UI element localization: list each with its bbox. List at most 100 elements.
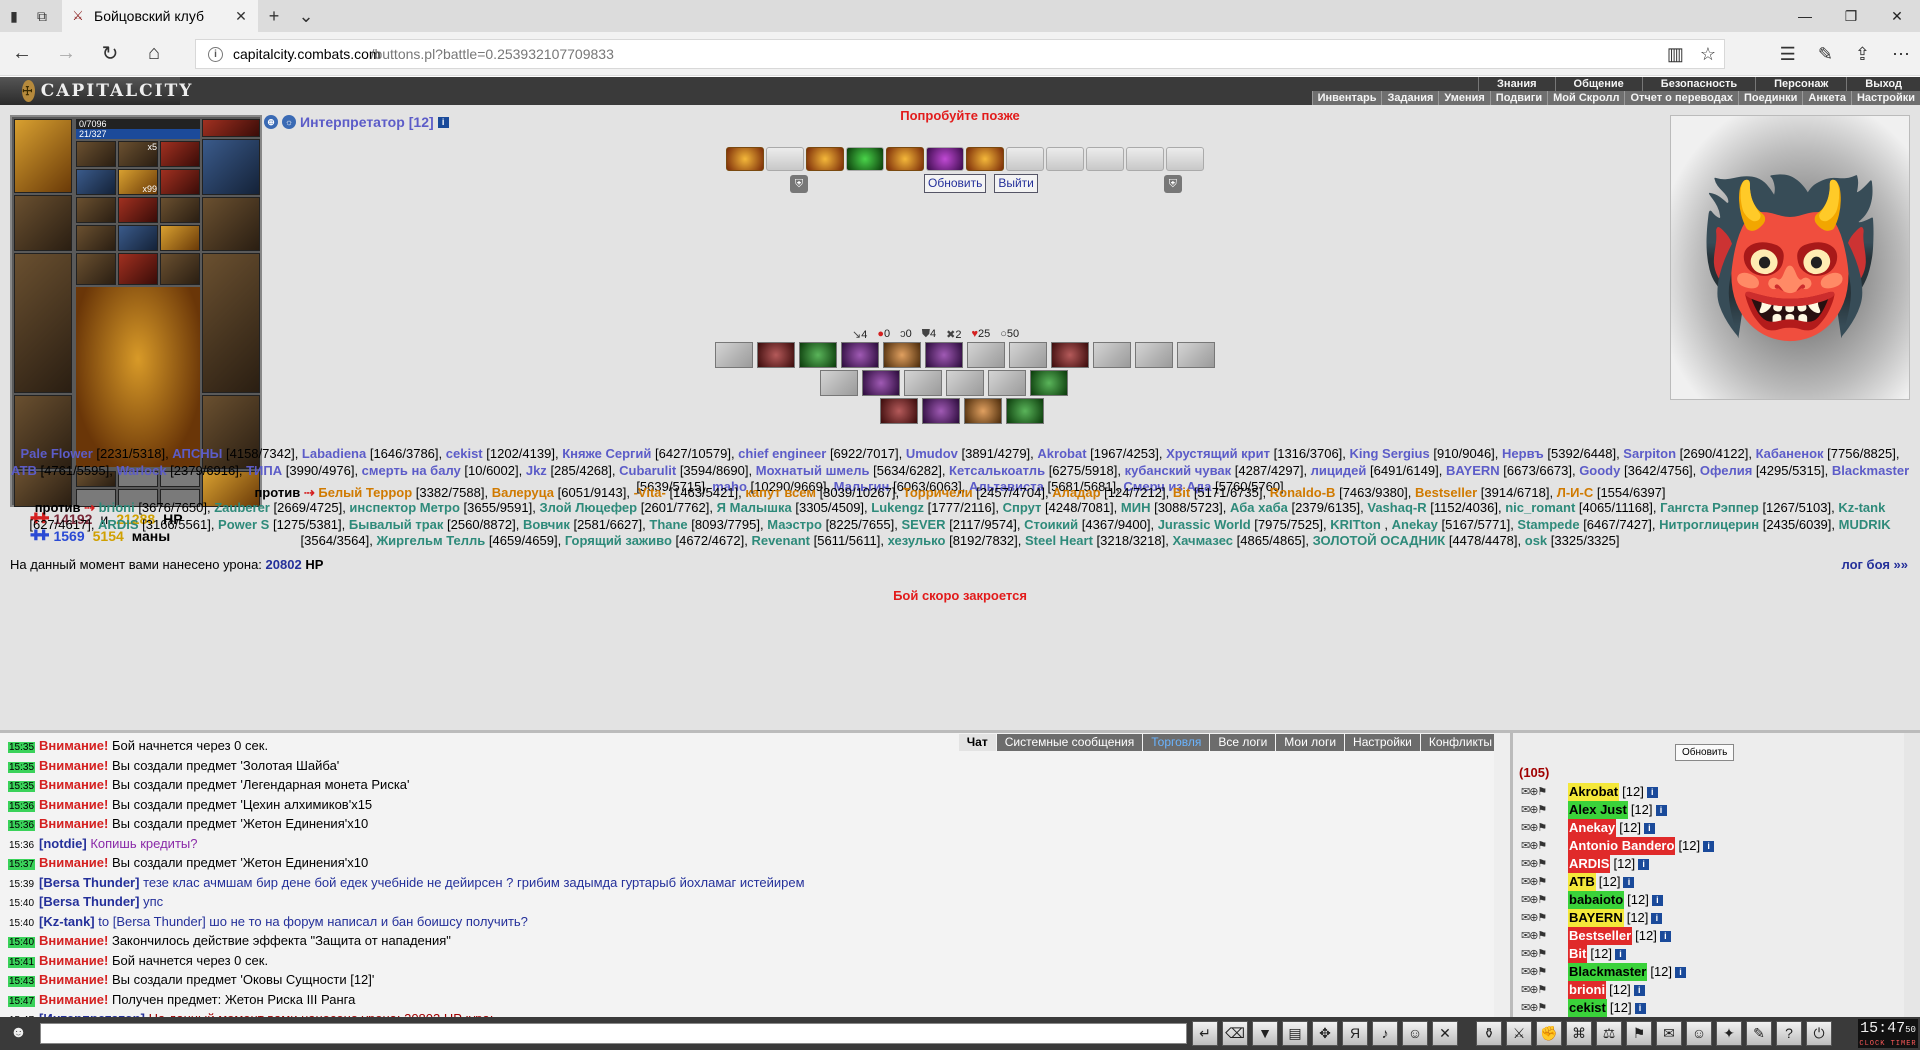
roster-player-name[interactable]: смерть на балу bbox=[362, 463, 461, 478]
trade-icon[interactable]: ⚖ bbox=[1596, 1021, 1622, 1046]
clear-icon[interactable]: ⌫ bbox=[1222, 1021, 1248, 1046]
roster-player-name[interactable]: Revenant bbox=[751, 533, 810, 548]
ring-slot-3[interactable] bbox=[160, 253, 200, 285]
user-badges-icon[interactable]: ✉⊕⚑ bbox=[1521, 837, 1565, 855]
ability-17[interactable] bbox=[988, 370, 1026, 396]
user-info-icon[interactable]: i bbox=[1623, 876, 1635, 888]
sub-menu-item[interactable]: Инвентарь bbox=[1311, 91, 1382, 105]
roster-player-name[interactable]: капут всем bbox=[745, 485, 816, 500]
user-info-icon[interactable]: i bbox=[1659, 930, 1671, 942]
sub-menu-item[interactable]: Настройки bbox=[1850, 91, 1920, 105]
friends-icon[interactable]: ☺ bbox=[1686, 1021, 1712, 1046]
roster-player-name[interactable]: Blackmaster bbox=[1832, 463, 1909, 478]
gloves-slot[interactable] bbox=[202, 197, 260, 251]
chat-author[interactable]: [notdie] bbox=[39, 836, 87, 851]
roster-player-name[interactable]: Офелия bbox=[1700, 463, 1752, 478]
ability-15[interactable] bbox=[904, 370, 942, 396]
roster-player-name[interactable]: Нервъ bbox=[1502, 446, 1544, 461]
ability-14[interactable] bbox=[862, 370, 900, 396]
roster-player-name[interactable]: chief engineer bbox=[738, 446, 826, 461]
user-info-icon[interactable]: i bbox=[1675, 966, 1687, 978]
online-scrollbar[interactable] bbox=[1904, 733, 1920, 1017]
ability-21[interactable] bbox=[964, 398, 1002, 424]
user-badges-icon[interactable]: ✉⊕⚑ bbox=[1521, 945, 1565, 963]
roster-player-name[interactable]: инспектор Метро bbox=[349, 500, 460, 515]
ability-8[interactable] bbox=[1009, 342, 1047, 368]
belt-item-8[interactable] bbox=[118, 197, 158, 223]
online-refresh-button[interactable]: Обновить bbox=[1675, 744, 1735, 761]
set-aside-icon[interactable]: ⧉ bbox=[28, 0, 56, 32]
fight-icon[interactable]: ✊ bbox=[1536, 1021, 1562, 1046]
battle-log-link[interactable]: лог боя »» bbox=[1841, 557, 1908, 572]
belt-item-3[interactable] bbox=[160, 141, 200, 167]
site-info-icon[interactable]: i bbox=[208, 46, 223, 62]
main-menu-item[interactable]: Персонаж bbox=[1755, 77, 1846, 91]
ability-1[interactable] bbox=[715, 342, 753, 368]
exit-button[interactable]: Выйти bbox=[994, 174, 1038, 193]
main-menu-item[interactable]: Безопасность bbox=[1641, 77, 1755, 91]
ability-4[interactable] bbox=[841, 342, 879, 368]
roster-player-name[interactable]: Ronaldo-B bbox=[1270, 485, 1336, 500]
new-tab-button[interactable]: + bbox=[258, 0, 290, 32]
refresh-button[interactable]: Обновить bbox=[924, 174, 987, 193]
shield-left-icon[interactable]: ⛨ bbox=[790, 174, 808, 193]
ability-7[interactable] bbox=[967, 342, 1005, 368]
online-user-name[interactable]: brioni bbox=[1568, 981, 1607, 999]
user-badges-icon[interactable]: ✉⊕⚑ bbox=[1521, 819, 1565, 837]
roster-player-name[interactable]: Белый Террор bbox=[318, 485, 412, 500]
roster-player-name[interactable]: Горящий заживо bbox=[565, 533, 672, 548]
roster-player-name[interactable]: Хрустящий крит bbox=[1166, 446, 1270, 461]
scroll-slot-10[interactable] bbox=[1086, 147, 1124, 171]
roster-player-name[interactable]: Warlock bbox=[116, 463, 166, 478]
chat-tab[interactable]: Мои логи bbox=[1276, 734, 1345, 751]
online-user-name[interactable]: BAYERN bbox=[1568, 909, 1624, 927]
user-info-icon[interactable]: i bbox=[1638, 858, 1650, 870]
chat-tab[interactable]: Настройки bbox=[1345, 734, 1420, 751]
forward-icon[interactable]: → bbox=[44, 32, 88, 76]
roster-player-name[interactable]: Labadiena bbox=[302, 446, 366, 461]
roster-player-name[interactable]: ЗОЛОТОЙ ОСАДНИК bbox=[1313, 533, 1446, 548]
roster-player-name[interactable]: Я Малышка bbox=[717, 500, 792, 515]
user-badges-icon[interactable]: ✉⊕⚑ bbox=[1521, 981, 1565, 999]
roster-player-name[interactable]: Akrobat bbox=[1037, 446, 1086, 461]
share-icon[interactable]: ⇪ bbox=[1855, 44, 1870, 65]
chat-author[interactable]: [Kz-tank] bbox=[39, 914, 95, 929]
belt-item-11[interactable] bbox=[118, 225, 158, 251]
online-user-name[interactable]: Blackmaster bbox=[1568, 963, 1648, 981]
sub-menu-item[interactable]: Умения bbox=[1438, 91, 1489, 105]
tab-close-icon[interactable]: ✕ bbox=[232, 8, 250, 25]
clan-icon-2[interactable]: ⚑ bbox=[1626, 1021, 1652, 1046]
silence-icon[interactable]: ✕ bbox=[1432, 1021, 1458, 1046]
send-icon[interactable]: ↵ bbox=[1192, 1021, 1218, 1046]
roster-player-name[interactable]: Л-И-С bbox=[1557, 485, 1594, 500]
roster-player-name[interactable]: cekist bbox=[446, 446, 483, 461]
chat-timestamp[interactable]: 15:40 bbox=[8, 918, 35, 929]
sub-menu-item[interactable]: Анкета bbox=[1802, 91, 1851, 105]
user-badges-icon[interactable]: ✉⊕⚑ bbox=[1521, 909, 1565, 927]
smiley-icon[interactable]: ☺ bbox=[1402, 1021, 1428, 1046]
amulet-slot[interactable] bbox=[202, 139, 260, 195]
roster-player-name[interactable]: Аладар bbox=[1052, 485, 1100, 500]
chat-timestamp[interactable]: 15:36 bbox=[8, 800, 36, 812]
roster-player-name[interactable]: Bit bbox=[1173, 485, 1190, 500]
user-info-icon[interactable]: i bbox=[1651, 894, 1663, 906]
roster-player-name[interactable]: Злой Люцефер bbox=[539, 500, 637, 515]
roster-player-name[interactable]: BAYERN bbox=[1446, 463, 1500, 478]
online-user-name[interactable]: Antonio Bandero bbox=[1568, 837, 1676, 855]
belt-item-2[interactable]: x5 bbox=[118, 141, 158, 167]
user-badges-icon[interactable]: ✉⊕⚑ bbox=[1521, 801, 1565, 819]
scroll-slot-5[interactable] bbox=[886, 147, 924, 171]
roster-player-name[interactable]: ТИПА bbox=[246, 463, 282, 478]
roster-player-name[interactable]: -Vita- bbox=[634, 485, 666, 500]
chat-timestamp[interactable]: 15:36 bbox=[8, 820, 36, 831]
roster-player-name[interactable]: Стоикий bbox=[1024, 517, 1078, 532]
character-figure[interactable] bbox=[76, 287, 200, 467]
weapon-right-slot[interactable] bbox=[202, 253, 260, 393]
sub-menu-item[interactable]: Поединки bbox=[1737, 91, 1802, 105]
minimize-icon[interactable]: — bbox=[1782, 0, 1828, 32]
ability-9[interactable] bbox=[1051, 342, 1089, 368]
roster-player-name[interactable]: МИН bbox=[1121, 500, 1151, 515]
roster-player-name[interactable]: Anekay bbox=[1392, 517, 1438, 532]
roster-player-name[interactable]: Sarpiton bbox=[1623, 446, 1676, 461]
roster-player-name[interactable]: Goody bbox=[1579, 463, 1620, 478]
